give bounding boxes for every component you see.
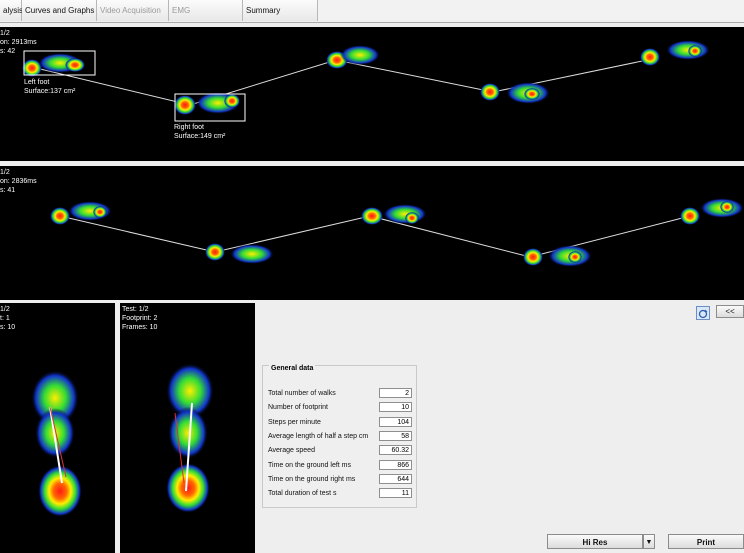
tab-video-acquisition[interactable]: Video Acquisition xyxy=(97,0,169,21)
total-walks-field: 2 xyxy=(379,388,412,398)
footprint-panel-1: 1/2 t: 1 s: 10 xyxy=(0,303,115,553)
footprint-count-field: 10 xyxy=(379,402,412,412)
general-data-row: Total number of walks 2 xyxy=(267,388,413,400)
general-data-row: Time on the ground left ms 866 xyxy=(267,460,413,472)
print-button[interactable]: Print xyxy=(668,534,744,549)
walk-2-pressure-map xyxy=(50,198,744,267)
total-duration-field: 11 xyxy=(379,488,412,498)
general-data-row: Total duration of test s 11 xyxy=(267,488,413,500)
walk-panel-1: 1/2 on: 2913ms s: 42 Left foot Surface:1… xyxy=(0,27,744,161)
ground-right-field: 644 xyxy=(379,474,412,484)
right-foot-label: Right foot Surface:149 cm² xyxy=(174,124,226,140)
tab-curves-and-graphs[interactable]: Curves and Graphs xyxy=(22,0,97,21)
footprint-1-info: 1/2 t: 1 s: 10 xyxy=(0,306,16,331)
tab-analysis[interactable]: alysis xyxy=(0,0,23,21)
resolution-select[interactable]: Hi Res xyxy=(547,534,643,549)
walk-2-info: 1/2 on: 2836ms s: 41 xyxy=(0,169,37,194)
half-step-length-field: 58 xyxy=(379,431,412,441)
general-data-row: Steps per minute 104 xyxy=(267,417,413,429)
steps-per-minute-field: 104 xyxy=(379,417,412,427)
general-data-row: Number of footprint 10 xyxy=(267,402,413,414)
refresh-icon[interactable] xyxy=(696,306,710,320)
footprint-panel-2: Test: 1/2 Footprint: 2 Frames: 10 xyxy=(120,303,255,553)
general-data-row: Average length of half a step cm 58 xyxy=(267,431,413,443)
dropdown-arrow-icon[interactable]: ▼ xyxy=(643,534,655,549)
left-foot-label: Left foot Surface:137 cm² xyxy=(24,79,76,95)
tab-bar: alysis Curves and Graphs Video Acquisiti… xyxy=(0,0,744,23)
general-data-title: General data xyxy=(269,365,316,372)
footprint-2-info: Test: 1/2 Footprint: 2 Frames: 10 xyxy=(122,306,158,331)
ground-left-field: 866 xyxy=(379,460,412,470)
walk-1-pressure-map xyxy=(22,40,710,122)
general-data-row: Time on the ground right ms 644 xyxy=(267,474,413,486)
general-data-group: General data Total number of walks 2 Numb… xyxy=(262,365,417,508)
average-speed-field: 60.32 xyxy=(379,445,412,455)
walk-1-info: 1/2 on: 2913ms s: 42 xyxy=(0,30,37,55)
tab-emg[interactable]: EMG xyxy=(169,0,243,21)
walk-panel-2: 1/2 on: 2836ms s: 41 xyxy=(0,166,744,300)
footprint-1-pressure-map xyxy=(31,370,82,517)
tab-summary[interactable]: Summary xyxy=(243,0,318,21)
collapse-button[interactable]: << xyxy=(716,305,744,318)
general-data-row: Average speed 60.32 xyxy=(267,445,413,457)
footprint-2-pressure-map xyxy=(166,363,214,513)
